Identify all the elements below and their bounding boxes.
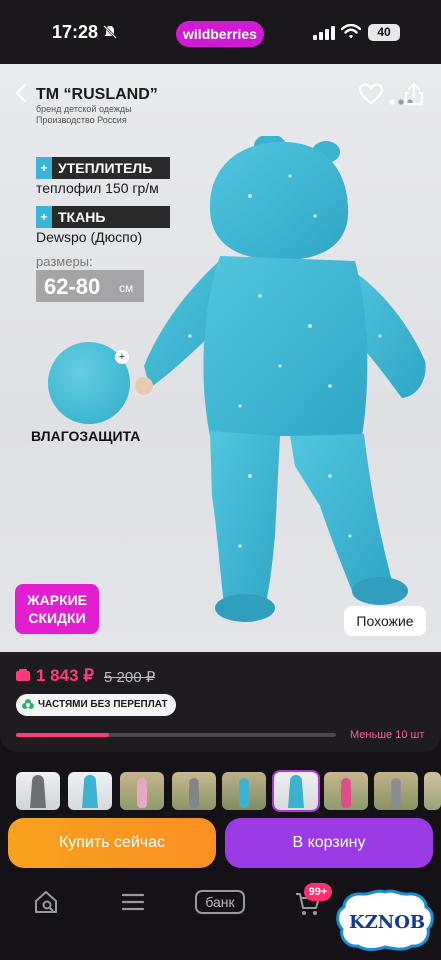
brand-subtitle-line: Производство Россия xyxy=(36,115,127,125)
home-search-icon[interactable] xyxy=(32,888,60,916)
thumbnail-strip xyxy=(0,764,441,814)
thumbnail-image xyxy=(189,778,199,808)
thumbnail[interactable] xyxy=(424,772,441,810)
snowsuit-illustration xyxy=(135,136,426,622)
thumbnail-image xyxy=(82,775,98,808)
bell-muted-icon xyxy=(103,25,117,39)
back-chevron-icon[interactable] xyxy=(12,82,32,104)
thumbnail-image xyxy=(239,778,249,808)
catalog-menu-icon[interactable] xyxy=(119,888,147,916)
hot-discount-badge[interactable]: ЖАРКИЕ СКИДКИ xyxy=(15,584,99,634)
share-icon[interactable] xyxy=(403,82,425,106)
watermark-text: KZNOB xyxy=(349,912,426,933)
hot-badge-line: ЖАРКИЕ xyxy=(26,592,88,608)
thumbnail-selected[interactable] xyxy=(272,770,320,812)
stock-progress-bar xyxy=(16,733,336,737)
thumbnail-image xyxy=(137,778,147,808)
similar-button[interactable]: Похожие xyxy=(344,606,426,636)
hot-badge-line: СКИДКИ xyxy=(28,610,86,626)
installments-label: ЧАСТЯМИ БЕЗ ПЕРЕПЛАТ xyxy=(38,699,168,710)
thumbnail[interactable] xyxy=(120,772,164,810)
favorite-heart-icon[interactable] xyxy=(358,82,384,106)
thumbnail[interactable] xyxy=(68,772,112,810)
add-to-cart-button[interactable]: В корзину xyxy=(225,818,433,868)
brand-subtitle-line: бренд детской одежды xyxy=(36,104,132,114)
sizes-box: 62-80 см xyxy=(36,270,144,302)
thumbnail[interactable] xyxy=(324,772,368,810)
plus-icon: + xyxy=(36,206,52,228)
thumbnail[interactable] xyxy=(222,772,266,810)
cellular-signal-icon xyxy=(313,26,335,40)
wifi-icon xyxy=(341,24,361,39)
stock-progress-fill xyxy=(16,733,109,737)
water-protection-label: ВЛАГОЗАЩИТА xyxy=(31,428,141,444)
app-brand-pill[interactable]: wildberries xyxy=(176,21,264,47)
thumbnail-image xyxy=(391,778,401,808)
brand-subtitle: бренд детской одежды Производство Россия xyxy=(36,104,132,126)
plus-icon: + xyxy=(115,350,129,364)
bank-tab[interactable]: банк xyxy=(195,890,245,914)
price-panel: 1 843 ₽ 5 200 ₽ ЧАСТЯМИ БЕЗ ПЕРЕПЛАТ Мен… xyxy=(0,652,441,752)
thumbnail[interactable] xyxy=(16,772,60,810)
cart-count-badge: 99+ xyxy=(304,883,332,901)
thumbnail[interactable] xyxy=(374,772,418,810)
plus-icon: + xyxy=(36,157,52,179)
thumbnail-image xyxy=(341,778,351,808)
current-price: 1 843 ₽ xyxy=(36,666,95,685)
thumbnail-image xyxy=(288,775,304,808)
product-image[interactable]: ТМ “RUSLAND” бренд детской одежды Произв… xyxy=(0,64,441,652)
status-bar: 17:28 wildberries 40 xyxy=(0,0,441,64)
sizes-label: размеры: xyxy=(36,254,93,269)
stock-text: Меньше 10 шт xyxy=(350,729,425,741)
wallet-icon xyxy=(16,669,30,681)
clover-icon xyxy=(22,699,34,709)
thumbnail-image xyxy=(30,775,46,808)
installments-badge[interactable]: ЧАСТЯМИ БЕЗ ПЕРЕПЛАТ xyxy=(16,694,176,716)
status-time: 17:28 xyxy=(52,22,99,42)
battery-indicator: 40 xyxy=(368,24,400,41)
feature-value: Dewspo (Дюспо) xyxy=(36,229,143,245)
buy-now-button[interactable]: Купить сейчас xyxy=(8,818,216,868)
thumbnail[interactable] xyxy=(172,772,216,810)
sizes-value: 62-80 xyxy=(44,274,101,299)
brand-title: ТМ “RUSLAND” xyxy=(36,86,158,103)
old-price: 5 200 ₽ xyxy=(104,669,156,686)
